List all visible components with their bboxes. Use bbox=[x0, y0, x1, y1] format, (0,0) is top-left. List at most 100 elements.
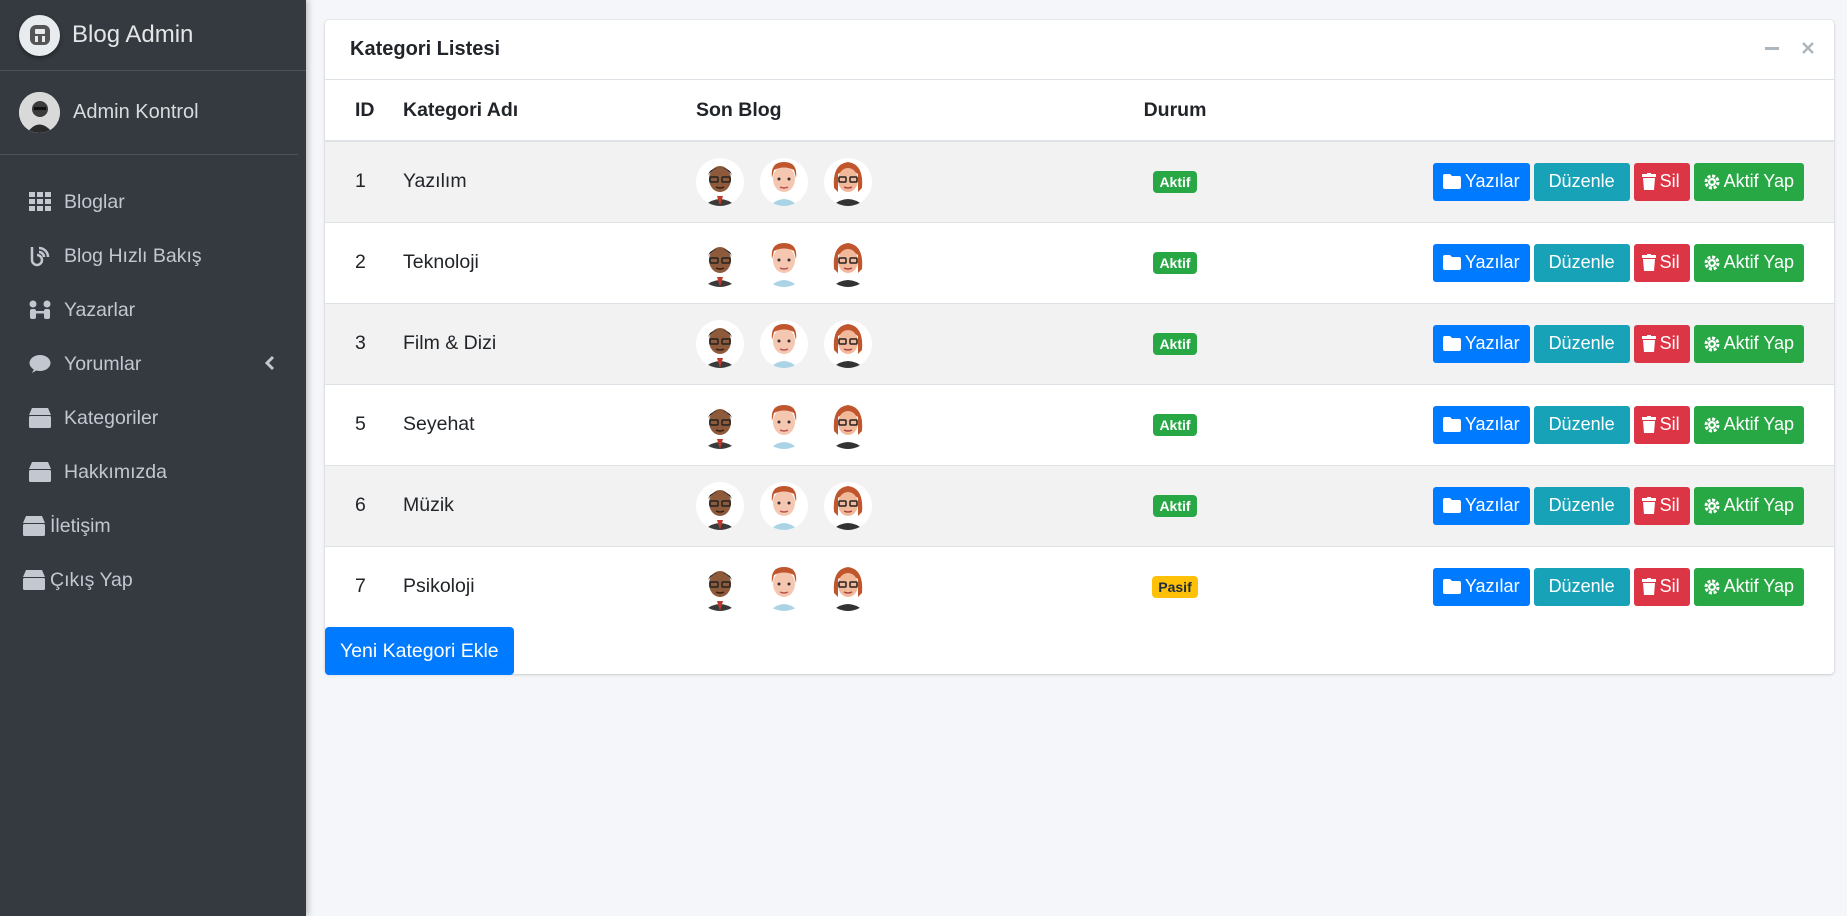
cell-status: Aktif bbox=[1125, 383, 1225, 465]
avatar-group bbox=[696, 319, 1125, 368]
activate-button-label: Aktif Yap bbox=[1723, 333, 1794, 353]
delete-button-label: Sil bbox=[1659, 495, 1680, 515]
activate-button[interactable]: Aktif Yap bbox=[1693, 567, 1804, 606]
activate-button[interactable]: Aktif Yap bbox=[1693, 405, 1804, 444]
folder-icon bbox=[1442, 174, 1461, 190]
gear-icon bbox=[1704, 174, 1720, 190]
cell-id: 3 bbox=[325, 302, 403, 384]
folder-icon bbox=[1442, 417, 1461, 432]
avatar-group bbox=[696, 481, 1125, 530]
row-actions: Yazılar Düzenle Sil Aktif Yap bbox=[1225, 243, 1834, 282]
table-row: 2 Teknoloji Aktif Yazılar Düzenle Sil Ak… bbox=[325, 221, 1834, 303]
cell-status: Aktif bbox=[1125, 302, 1225, 384]
cell-id: 5 bbox=[325, 383, 403, 465]
sidebar-item-hakkimizda[interactable]: Hakkımızda bbox=[0, 445, 306, 499]
posts-button[interactable]: Yazılar bbox=[1432, 405, 1530, 444]
edit-button-label: Düzenle bbox=[1548, 414, 1615, 434]
sidebar-item-kategoriler[interactable]: Kategoriler bbox=[0, 391, 306, 445]
activate-button[interactable]: Aktif Yap bbox=[1693, 162, 1804, 201]
avatar bbox=[824, 400, 872, 449]
posts-button-label: Yazılar bbox=[1464, 171, 1520, 192]
sidebar-item-iletisim[interactable]: İletişim bbox=[0, 499, 306, 553]
sidebar-item-label: Bloglar bbox=[64, 190, 125, 213]
delete-button[interactable]: Sil bbox=[1633, 567, 1690, 606]
gear-icon bbox=[1704, 417, 1720, 432]
edit-button-label: Düzenle bbox=[1548, 171, 1615, 192]
sidebar-nav: Bloglar Blog Hızlı Bakış Yazarlar Yoruml… bbox=[0, 155, 306, 607]
sidebar-item-yorumlar[interactable]: Yorumlar bbox=[0, 337, 306, 391]
posts-button-label: Yazılar bbox=[1464, 333, 1520, 353]
edit-button[interactable]: Düzenle bbox=[1533, 243, 1630, 282]
cell-name: Teknoloji bbox=[403, 221, 696, 303]
delete-button[interactable]: Sil bbox=[1633, 162, 1690, 201]
delete-button-label: Sil bbox=[1659, 576, 1680, 597]
delete-button[interactable]: Sil bbox=[1633, 324, 1690, 363]
user-name[interactable]: Admin Kontrol bbox=[73, 101, 199, 124]
sidebar-item-yazarlar[interactable]: Yazarlar bbox=[0, 283, 306, 337]
delete-button[interactable]: Sil bbox=[1633, 405, 1690, 444]
delete-button-label: Sil bbox=[1659, 171, 1680, 192]
activate-button[interactable]: Aktif Yap bbox=[1693, 243, 1804, 282]
avatar-group bbox=[696, 238, 1125, 287]
avatar bbox=[824, 238, 872, 287]
box-icon bbox=[28, 406, 52, 430]
box-icon bbox=[28, 460, 52, 484]
new-category-button[interactable]: Yeni Kategori Ekle bbox=[325, 627, 514, 675]
posts-button[interactable]: Yazılar bbox=[1432, 567, 1530, 606]
delete-button[interactable]: Sil bbox=[1633, 486, 1690, 525]
avatar bbox=[696, 400, 744, 449]
posts-button[interactable]: Yazılar bbox=[1432, 324, 1530, 363]
row-actions: Yazılar Düzenle Sil Aktif Yap bbox=[1225, 567, 1834, 606]
minimize-icon[interactable] bbox=[1764, 40, 1780, 59]
avatar bbox=[696, 238, 744, 287]
sidebar-item-label: Hakkımızda bbox=[64, 460, 167, 483]
header-actions bbox=[1225, 80, 1834, 142]
edit-button-label: Düzenle bbox=[1548, 495, 1615, 515]
user-panel[interactable]: Admin Kontrol bbox=[0, 71, 298, 155]
avatar bbox=[760, 157, 808, 206]
card-tools bbox=[1764, 40, 1816, 59]
cell-id: 2 bbox=[325, 221, 403, 303]
edit-button[interactable]: Düzenle bbox=[1533, 324, 1630, 363]
cell-name: Psikoloji bbox=[403, 545, 696, 627]
avatar bbox=[760, 562, 808, 611]
posts-button[interactable]: Yazılar bbox=[1432, 243, 1530, 282]
delete-button-label: Sil bbox=[1659, 333, 1680, 353]
edit-button[interactable]: Düzenle bbox=[1533, 567, 1630, 606]
cell-name: Müzik bbox=[403, 464, 696, 546]
close-icon[interactable] bbox=[1800, 40, 1816, 59]
header-name: Kategori Adı bbox=[403, 80, 696, 142]
cell-actions: Yazılar Düzenle Sil Aktif Yap bbox=[1225, 302, 1834, 384]
user-avatar bbox=[19, 92, 60, 133]
delete-button[interactable]: Sil bbox=[1633, 243, 1690, 282]
trash-icon bbox=[1641, 578, 1656, 596]
trash-icon bbox=[1641, 173, 1656, 191]
trash-icon bbox=[1641, 416, 1656, 433]
grid-icon bbox=[28, 190, 52, 214]
posts-button[interactable]: Yazılar bbox=[1432, 486, 1530, 525]
cell-actions: Yazılar Düzenle Sil Aktif Yap bbox=[1225, 221, 1834, 303]
avatar bbox=[696, 157, 744, 206]
edit-button[interactable]: Düzenle bbox=[1533, 486, 1630, 525]
edit-button[interactable]: Düzenle bbox=[1533, 162, 1630, 201]
header-id: ID bbox=[325, 80, 403, 142]
sidebar-item-cikis-yap[interactable]: Çıkış Yap bbox=[0, 553, 306, 607]
brand-link[interactable]: Blog Admin bbox=[0, 0, 306, 71]
table-row: 5 Seyehat Aktif Yazılar Düzenle Sil Akti… bbox=[325, 383, 1834, 465]
edit-button[interactable]: Düzenle bbox=[1533, 405, 1630, 444]
row-actions: Yazılar Düzenle Sil Aktif Yap bbox=[1225, 162, 1834, 201]
activate-button[interactable]: Aktif Yap bbox=[1693, 324, 1804, 363]
sidebar-item-bloglar[interactable]: Bloglar bbox=[0, 175, 306, 229]
table-row: 6 Müzik Aktif Yazılar Düzenle Sil Aktif … bbox=[325, 464, 1834, 546]
avatar-group bbox=[696, 562, 1125, 611]
activate-button[interactable]: Aktif Yap bbox=[1693, 486, 1804, 525]
posts-button[interactable]: Yazılar bbox=[1432, 162, 1530, 201]
sidebar: Blog Admin Admin Kontrol Bloglar Blog Hı… bbox=[0, 0, 306, 916]
sidebar-item-label: Blog Hızlı Bakış bbox=[64, 244, 202, 267]
avatar bbox=[696, 319, 744, 368]
avatar bbox=[760, 319, 808, 368]
avatar bbox=[760, 238, 808, 287]
status-badge: Aktif bbox=[1153, 252, 1197, 274]
status-badge: Aktif bbox=[1153, 495, 1197, 517]
sidebar-item-blog-hizli-bakis[interactable]: Blog Hızlı Bakış bbox=[0, 229, 306, 283]
